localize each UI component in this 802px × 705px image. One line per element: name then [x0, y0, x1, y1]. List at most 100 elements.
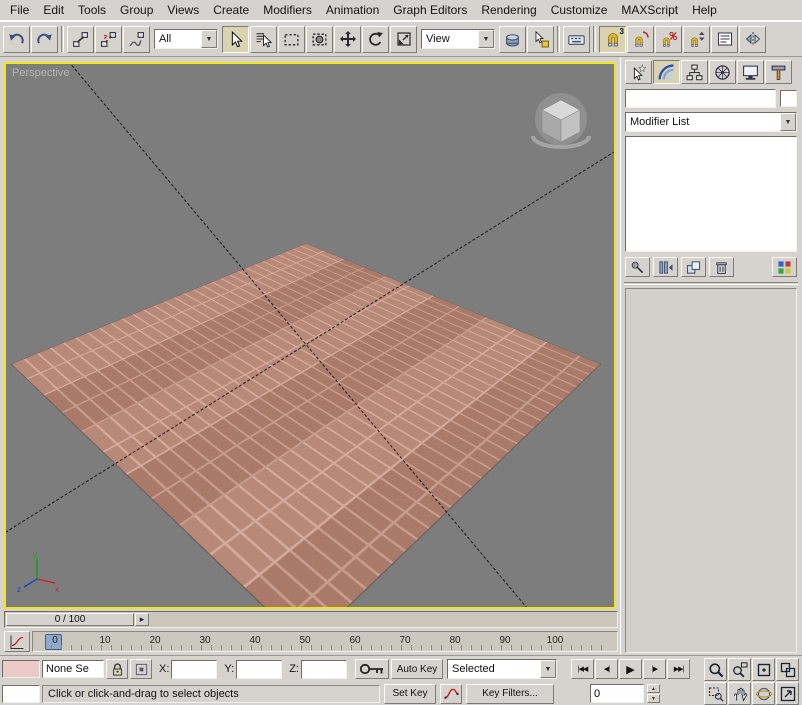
selection-lock-button[interactable] — [106, 659, 128, 679]
open-mini-curve-editor-button[interactable] — [4, 631, 30, 652]
trackbar-ruler[interactable]: 0 10 20 30 40 50 60 70 80 90 100 — [32, 631, 618, 652]
select-by-name-button[interactable] — [250, 26, 277, 53]
menu-maxscript[interactable]: MAXScript — [615, 2, 684, 18]
time-slider-next-arrow[interactable] — [135, 613, 149, 626]
menu-tools[interactable]: Tools — [72, 2, 112, 18]
select-and-rotate-button[interactable] — [362, 26, 389, 53]
chevron-down-icon[interactable] — [540, 660, 556, 678]
absolute-offset-mode-button[interactable] — [130, 659, 152, 679]
pan-button[interactable] — [728, 682, 751, 705]
modifier-list-dropdown[interactable]: Modifier List — [625, 112, 797, 132]
tab-utilities[interactable] — [765, 60, 792, 84]
object-name-input[interactable] — [625, 89, 776, 108]
viewcube[interactable] — [524, 86, 598, 160]
chevron-down-icon[interactable] — [780, 113, 796, 131]
snaps-toggle-button[interactable]: 3 — [599, 26, 626, 53]
menu-graph-editors[interactable]: Graph Editors — [387, 2, 473, 18]
undo-button[interactable] — [3, 26, 30, 53]
tab-modify[interactable] — [653, 60, 680, 84]
menu-rendering[interactable]: Rendering — [475, 2, 542, 18]
key-mode-dropdown[interactable]: Selected — [447, 659, 557, 679]
angle-snap-button[interactable] — [627, 26, 654, 53]
prompt-bar: Click or click-and-drag to select object… — [42, 685, 380, 703]
y-coord-input[interactable] — [236, 660, 282, 679]
set-key-mode-button[interactable]: Set Key — [384, 684, 436, 704]
time-slider-button[interactable]: 0 / 100 — [6, 613, 134, 626]
zoom-region-button[interactable] — [704, 682, 727, 705]
select-object-button[interactable] — [222, 26, 249, 53]
maxscript-listener-field[interactable] — [2, 685, 40, 703]
zoom-extents-all-button[interactable] — [776, 658, 799, 681]
current-frame-input[interactable] — [590, 684, 644, 703]
go-to-end-button[interactable] — [667, 659, 690, 679]
show-end-result-button[interactable] — [653, 257, 678, 277]
go-to-start-button[interactable] — [571, 659, 594, 679]
select-and-move-button[interactable] — [334, 26, 361, 53]
menu-help[interactable]: Help — [686, 2, 723, 18]
menu-modifiers[interactable]: Modifiers — [257, 2, 318, 18]
unlink-selection-button[interactable] — [95, 26, 122, 53]
default-in-out-tangents-button[interactable] — [440, 684, 462, 704]
track-bar: 0 10 20 30 40 50 60 70 80 90 100 — [0, 630, 620, 655]
select-and-manipulate-button[interactable] — [527, 26, 554, 53]
selection-filter-dropdown[interactable]: All — [154, 29, 218, 49]
keyboard-shortcut-override-button[interactable] — [563, 26, 590, 53]
spinner-down-button[interactable] — [647, 694, 660, 703]
percent-snap-button[interactable] — [655, 26, 682, 53]
maxscript-macro-recorder-field[interactable] — [2, 660, 40, 678]
key-filters-button[interactable]: Key Filters... — [466, 684, 554, 704]
previous-frame-button[interactable] — [595, 659, 618, 679]
redo-button[interactable] — [31, 26, 58, 53]
tick-marks — [51, 645, 611, 650]
x-coord-input[interactable] — [171, 660, 217, 679]
menu-file[interactable]: File — [4, 2, 35, 18]
set-keys-button[interactable] — [355, 659, 389, 679]
menu-animation[interactable]: Animation — [320, 2, 385, 18]
tab-motion[interactable] — [709, 60, 736, 84]
menu-create[interactable]: Create — [207, 2, 255, 18]
use-pivot-point-center-button[interactable] — [499, 26, 526, 53]
arc-rotate-button[interactable] — [752, 682, 775, 705]
snap-mode-badge: 3 — [620, 27, 624, 36]
next-frame-button[interactable] — [643, 659, 666, 679]
mirror-button[interactable] — [739, 26, 766, 53]
select-and-scale-button[interactable] — [390, 26, 417, 53]
configure-modifier-sets-button[interactable] — [772, 257, 797, 277]
min-max-toggle-button[interactable] — [776, 682, 799, 705]
zoom-extents-button[interactable] — [752, 658, 775, 681]
edit-named-selection-sets-button[interactable] — [711, 26, 738, 53]
toolbar-separator — [557, 26, 560, 52]
menu-views[interactable]: Views — [161, 2, 205, 18]
tab-display[interactable] — [737, 60, 764, 84]
window-crossing-toggle-button[interactable] — [306, 26, 333, 53]
menu-customize[interactable]: Customize — [545, 2, 614, 18]
z-coord-input[interactable] — [301, 660, 347, 679]
menu-group[interactable]: Group — [114, 2, 159, 18]
remove-modifier-button[interactable] — [709, 257, 734, 277]
spinner-up-button[interactable] — [647, 684, 660, 693]
tab-hierarchy[interactable] — [681, 60, 708, 84]
spinner-snap-button[interactable] — [683, 26, 710, 53]
time-slider-track[interactable]: 0 / 100 — [4, 611, 618, 628]
make-unique-button[interactable] — [681, 257, 706, 277]
rectangular-selection-region-button[interactable] — [278, 26, 305, 53]
viewport-label[interactable]: Perspective — [12, 67, 69, 79]
tab-create[interactable] — [625, 60, 652, 84]
select-and-link-button[interactable] — [67, 26, 94, 53]
zoom-all-button[interactable] — [728, 658, 751, 681]
object-color-swatch[interactable] — [780, 90, 797, 107]
chevron-down-icon[interactable] — [201, 30, 217, 48]
rollout-area[interactable] — [625, 288, 797, 653]
reference-coordinate-system-dropdown[interactable]: View — [421, 29, 495, 49]
plane-object[interactable] — [12, 244, 600, 609]
auto-key-button[interactable]: Auto Key — [391, 659, 443, 679]
zoom-button[interactable] — [704, 658, 727, 681]
play-animation-button[interactable] — [619, 659, 642, 679]
modifier-list-value: Modifier List — [626, 113, 780, 131]
chevron-down-icon[interactable] — [478, 30, 494, 48]
viewport-perspective[interactable]: Perspective y — [4, 62, 616, 609]
bind-to-space-warp-button[interactable] — [123, 26, 150, 53]
menu-edit[interactable]: Edit — [37, 2, 70, 18]
pin-stack-button[interactable] — [625, 257, 650, 277]
modifier-stack-list[interactable] — [625, 136, 797, 252]
